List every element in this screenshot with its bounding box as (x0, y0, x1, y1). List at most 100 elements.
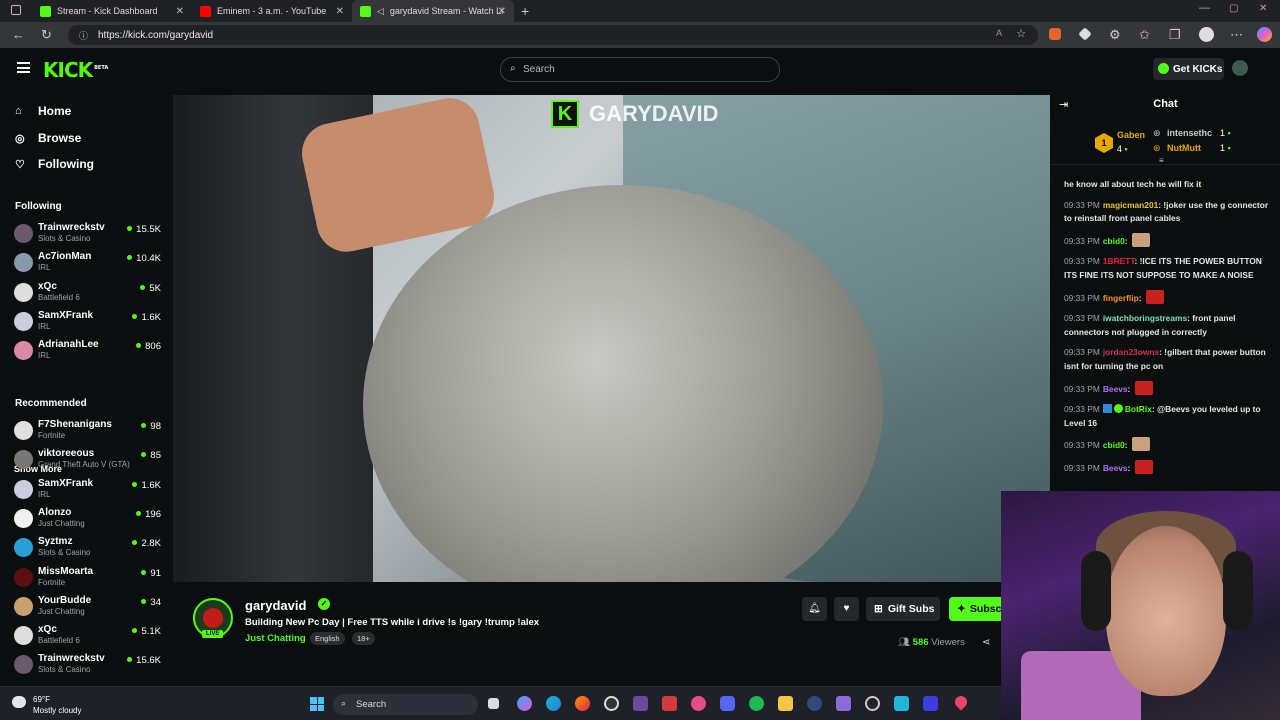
message-username[interactable]: iwatchboringstreams (1103, 313, 1187, 323)
copilot-icon[interactable] (1257, 27, 1272, 42)
profile-icon[interactable] (1199, 27, 1214, 42)
channel-name: viktoreeous (38, 448, 95, 460)
edge-icon[interactable] (546, 696, 561, 711)
tab-garydavid[interactable]: ◁ garydavid Stream - Watch Li ✕ (352, 0, 514, 22)
sidebar-channel[interactable]: SamXFrank IRL 1.6K (14, 476, 164, 500)
follow-heart-button[interactable]: ♥ (834, 597, 859, 621)
user-avatar[interactable] (1232, 60, 1248, 76)
sidebar-channel[interactable]: xQc Battlefield 6 5.1K (14, 622, 164, 646)
extension-2-icon[interactable] (1078, 27, 1092, 41)
extensions-puzzle-icon[interactable]: ⚙ (1109, 27, 1121, 43)
sidebar-channel[interactable]: MissMoarta Fortnite 91 (14, 564, 164, 588)
message-username[interactable]: Beevs (1103, 463, 1128, 473)
sidebar-channel[interactable]: YourBudde Just Chatting 34 (14, 593, 164, 617)
copilot-app-icon[interactable] (517, 696, 532, 711)
minimize-icon[interactable]: — (1199, 2, 1210, 14)
stream-category[interactable]: Just Chatting (245, 633, 306, 644)
collections-icon[interactable]: ❐ (1169, 27, 1181, 43)
sidebar-channel[interactable]: viktoreeous Grand Theft Auto V (GTA) 85 (14, 446, 164, 470)
address-bar[interactable]: ⓘ https://kick.com/garydavid A ☆ (68, 25, 1038, 45)
taskbar-search[interactable]: ⌕ Search (333, 694, 478, 715)
close-tab-icon[interactable]: ✕ (176, 6, 184, 17)
sidebar-channel[interactable]: xQc Battlefield 6 5K (14, 279, 164, 303)
favorite-star-icon[interactable]: ☆ (1016, 27, 1026, 40)
gifter-name[interactable]: NutMutt (1167, 143, 1201, 153)
close-tab-icon[interactable]: ✕ (498, 6, 506, 17)
hamburger-menu-icon[interactable] (17, 62, 30, 73)
tab-youtube[interactable]: Eminem - 3 a.m. - YouTube ✕ (192, 0, 352, 22)
message-username[interactable]: jordan23owns (1103, 347, 1159, 357)
maximize-icon[interactable]: ▢ (1229, 3, 1238, 14)
tag-18-plus[interactable]: 18+ (352, 632, 375, 645)
sidebar-channel[interactable]: Alonzo Just Chatting 196 (14, 505, 164, 529)
read-aloud-icon[interactable]: A (996, 28, 1002, 38)
obs-icon[interactable] (604, 696, 619, 711)
tab-kick-dashboard[interactable]: Stream - Kick Dashboard ✕ (32, 0, 192, 22)
speaker-icon[interactable]: ◁ (377, 6, 384, 17)
spotify-icon[interactable] (749, 696, 764, 711)
favorites-icon[interactable]: ✩ (1139, 27, 1150, 43)
new-tab-icon[interactable]: + (521, 3, 529, 19)
message-username[interactable]: 1BRETT (1103, 256, 1135, 266)
reload-icon[interactable]: ↻ (41, 27, 52, 43)
channel-name: xQc (38, 280, 57, 292)
gifter-name[interactable]: Gaben (1117, 130, 1145, 140)
subscribe-button[interactable]: ✦Subscribe (949, 597, 1009, 621)
file-explorer-icon[interactable] (778, 696, 793, 711)
tag-english[interactable]: English (310, 632, 345, 645)
message-username[interactable]: magicman201 (1103, 200, 1158, 210)
sidebar-channel[interactable]: Trainwreckstv Slots & Casino 15.6K (14, 651, 164, 675)
extension-1-icon[interactable] (1049, 28, 1061, 40)
kick-logo[interactable]: KICK BETA (43, 58, 108, 82)
start-button[interactable] (310, 697, 324, 711)
task-view-icon[interactable] (488, 698, 499, 709)
sidebar-channel[interactable]: AdrianahLee IRL 806 (14, 337, 164, 361)
close-window-icon[interactable]: ✕ (1259, 3, 1267, 14)
app-icon[interactable] (865, 696, 880, 711)
back-icon[interactable]: ← (12, 27, 25, 42)
gift-subs-button[interactable]: ⊞ Gift Subs (866, 597, 940, 621)
sidebar-channel[interactable]: Ac7ionMan IRL 10.4K (14, 249, 164, 273)
share-icon[interactable]: ⋖ (982, 637, 990, 648)
app-icon[interactable] (633, 696, 648, 711)
maps-icon[interactable] (952, 693, 970, 711)
itunes-icon[interactable] (691, 696, 706, 711)
app-icon[interactable] (662, 696, 677, 711)
weather-widget[interactable]: 69°F Mostly cloudy (33, 694, 81, 716)
message-username[interactable]: cbid0 (1103, 440, 1125, 450)
site-info-icon[interactable]: ⓘ (79, 29, 88, 42)
app-icon[interactable] (836, 696, 851, 711)
colon: : (1124, 235, 1130, 246)
expand-gifters-icon[interactable]: ≡ (1159, 156, 1164, 165)
message-time: 09:33 PM (1064, 462, 1100, 473)
discord-icon[interactable] (720, 696, 735, 711)
sidebar-item-home[interactable]: ⌂ Home (15, 104, 71, 118)
notification-bell-button[interactable]: 🔔︎ (802, 597, 827, 621)
message-username[interactable]: cbid0 (1103, 236, 1125, 246)
sidebar-item-browse[interactable]: ◎ Browse (15, 131, 81, 145)
gifter-name[interactable]: intensethc (1167, 128, 1212, 138)
channel-category: IRL (38, 321, 51, 331)
sidebar-channel[interactable]: Trainwreckstv Slots & Casino 15.5K (14, 220, 164, 244)
sidebar-channel[interactable]: Syztmz Slots & Casino 2.8K (14, 534, 164, 558)
message-username[interactable]: fingerflip (1103, 293, 1139, 303)
search-icon: ⌕ (341, 698, 347, 708)
get-kicks-button[interactable]: Get KICKs (1153, 58, 1224, 80)
chat-message: 09:33 PM Beevs: (1064, 459, 1269, 476)
channel-category: IRL (38, 489, 51, 499)
app-icon[interactable] (894, 696, 909, 711)
message-username[interactable]: Beevs (1103, 384, 1128, 394)
sidebar-channel[interactable]: SamXFrank IRL 1.6K (14, 308, 164, 332)
sidebar-channel[interactable]: F7Shenanigans Fortnite 98 (14, 417, 164, 441)
sidebar-item-following[interactable]: ♡ Following (15, 157, 94, 171)
firefox-icon[interactable] (575, 696, 590, 711)
more-options-icon[interactable]: ⋯ (1230, 27, 1243, 43)
message-username[interactable]: BotRix (1125, 404, 1152, 414)
steam-icon[interactable] (807, 696, 822, 711)
tab-actions-icon[interactable] (11, 5, 21, 15)
video-player[interactable]: K GARYDAVID (173, 95, 1050, 582)
close-tab-icon[interactable]: ✕ (336, 6, 344, 17)
fx-icon[interactable] (923, 696, 938, 711)
search-input[interactable]: ⌕ Search (500, 57, 780, 82)
streamer-name[interactable]: garydavid (245, 598, 306, 613)
